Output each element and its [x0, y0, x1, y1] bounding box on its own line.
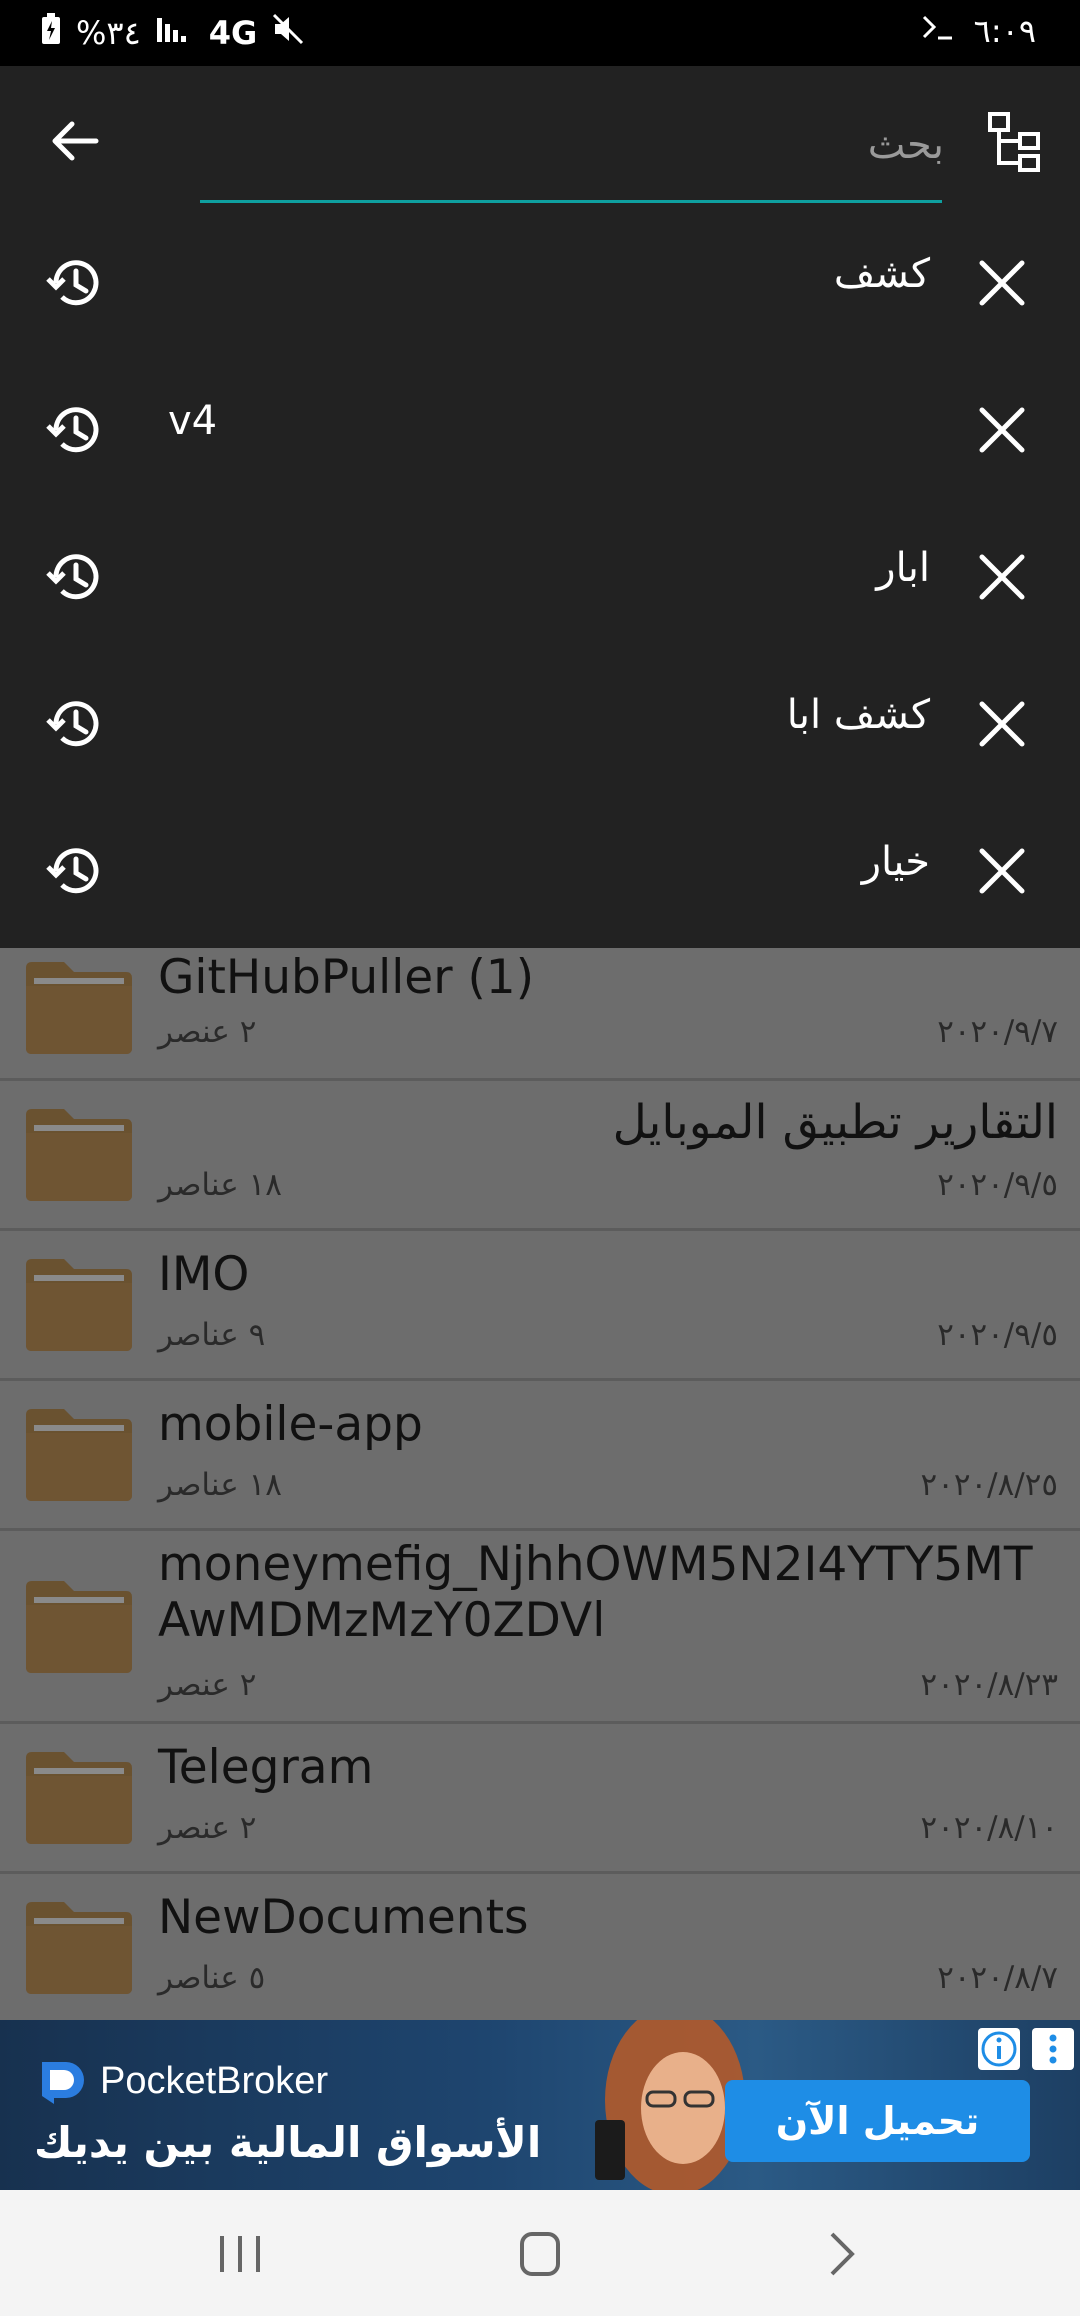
folder-name: Telegram — [158, 1740, 374, 1795]
network-type: 4G — [208, 14, 258, 52]
pocketbroker-logo-icon — [42, 2062, 84, 2104]
item-count: ٥ عناصر — [158, 1960, 266, 1996]
history-term: ابار — [876, 545, 930, 591]
history-item[interactable]: ابار — [0, 505, 1080, 652]
status-bar: %٣٤ 4G ٦:٠٩ — [0, 0, 1080, 66]
item-count: ٢ عنصر — [158, 1810, 257, 1846]
folder-row[interactable]: NewDocuments ٥ عناصر ٢٠٢٠/٨/٧ — [0, 1874, 1080, 2024]
folder-row[interactable]: التقارير تطبيق الموبايل ١٨ عناصر ٢٠٢٠/٩/… — [0, 1081, 1080, 1231]
folder-name: moneymefig_NjhhOWM5N2I4YTY5MTAwMDMzMzY0Z… — [158, 1537, 1033, 1648]
history-term: v4 — [168, 398, 218, 444]
folder-name: mobile-app — [158, 1397, 423, 1452]
history-icon — [46, 701, 99, 747]
terminal-icon — [920, 12, 956, 50]
clock: ٦:٠٩ — [973, 12, 1036, 50]
history-item[interactable]: كشف ابا — [0, 652, 1080, 799]
modified-date: ٢٠٢٠/٨/٧ — [937, 1960, 1058, 1996]
folder-icon — [26, 1409, 132, 1501]
folder-row[interactable]: GitHubPuller (1) ٢ عنصر ٢٠٢٠/٩/٧ — [0, 948, 1080, 1081]
info-icon[interactable] — [978, 2028, 1020, 2070]
system-nav-bar — [0, 2190, 1080, 2316]
ad-banner[interactable]: PocketBroker الأسواق المالية بين يديك تح… — [0, 2020, 1080, 2190]
arrow-left-icon — [52, 121, 99, 161]
file-list: GitHubPuller (1) ٢ عنصر ٢٠٢٠/٩/٧ التقاري… — [0, 948, 1080, 2024]
folder-row[interactable]: IMO ٩ عناصر ٢٠٢٠/٩/٥ — [0, 1231, 1080, 1381]
folder-tree-icon — [988, 112, 1040, 172]
folder-row[interactable]: Telegram ٢ عنصر ٢٠٢٠/٨/١٠ — [0, 1724, 1080, 1874]
ad-tagline: الأسواق المالية بين يديك — [34, 2118, 542, 2167]
signal-icon — [155, 14, 195, 52]
folder-name: GitHubPuller (1) — [158, 950, 535, 1005]
modified-date: ٢٠٢٠/٨/١٠ — [920, 1810, 1058, 1846]
ad-brand: PocketBroker — [36, 2054, 328, 2108]
item-count: ٩ عناصر — [158, 1317, 266, 1353]
folder-icon — [26, 1902, 132, 1994]
ad-download-button[interactable]: تحميل الآن — [725, 2080, 1030, 2162]
history-term: خيار — [861, 839, 930, 885]
close-icon[interactable] — [974, 843, 1030, 899]
history-item[interactable]: كشف — [0, 211, 1080, 358]
folder-icon — [26, 1109, 132, 1201]
folder-name: IMO — [158, 1247, 250, 1302]
history-icon — [46, 407, 99, 453]
folder-name: التقارير تطبيق الموبايل — [612, 1095, 1058, 1150]
item-count: ٢ عنصر — [158, 1667, 257, 1703]
close-icon[interactable] — [974, 402, 1030, 458]
modified-date: ٢٠٢٠/٩/٥ — [937, 1317, 1058, 1353]
folder-tree-button[interactable] — [980, 106, 1050, 176]
history-item[interactable]: خيار — [0, 799, 1080, 946]
modified-date: ٢٠٢٠/٩/٧ — [937, 1014, 1058, 1050]
back-button[interactable] — [40, 106, 110, 176]
modified-date: ٢٠٢٠/٨/٢٣ — [920, 1667, 1058, 1703]
status-left: %٣٤ 4G — [40, 12, 305, 54]
folder-icon — [26, 1259, 132, 1351]
history-icon — [46, 554, 99, 600]
ad-brand-name: PocketBroker — [100, 2059, 329, 2102]
folder-icon — [26, 1581, 132, 1673]
search-field[interactable] — [200, 100, 946, 203]
history-icon — [46, 260, 99, 306]
battery-level: %٣٤ — [76, 14, 141, 52]
more-vert-icon[interactable] — [1032, 2028, 1074, 2070]
item-count: ٢ عنصر — [158, 1014, 257, 1050]
folder-icon — [26, 962, 132, 1054]
search-input[interactable] — [200, 100, 946, 190]
close-icon[interactable] — [974, 696, 1030, 752]
item-count: ١٨ عناصر — [158, 1167, 282, 1203]
back-nav-icon[interactable] — [812, 2228, 872, 2280]
close-icon[interactable] — [974, 255, 1030, 311]
modified-date: ٢٠٢٠/٨/٢٥ — [920, 1467, 1058, 1503]
status-right: ٦:٠٩ — [920, 12, 1036, 50]
folder-name: NewDocuments — [158, 1890, 529, 1945]
home-icon[interactable] — [510, 2228, 570, 2280]
folder-icon — [26, 1752, 132, 1844]
item-count: ١٨ عناصر — [158, 1467, 282, 1503]
history-term: كشف — [833, 251, 930, 297]
history-icon — [46, 848, 99, 894]
mute-icon — [271, 12, 305, 54]
history-term: كشف ابا — [786, 692, 930, 738]
folder-row[interactable]: mobile-app ١٨ عناصر ٢٠٢٠/٨/٢٥ — [0, 1381, 1080, 1531]
close-icon[interactable] — [974, 549, 1030, 605]
modified-date: ٢٠٢٠/٩/٥ — [937, 1167, 1058, 1203]
history-item[interactable]: v4 — [0, 358, 1080, 505]
folder-row[interactable]: moneymefig_NjhhOWM5N2I4YTY5MTAwMDMzMzY0Z… — [0, 1531, 1080, 1724]
search-panel: كشف v4 ابار كشف ابا — [0, 66, 1080, 948]
battery-icon — [40, 12, 62, 54]
recent-apps-icon[interactable] — [210, 2228, 270, 2280]
